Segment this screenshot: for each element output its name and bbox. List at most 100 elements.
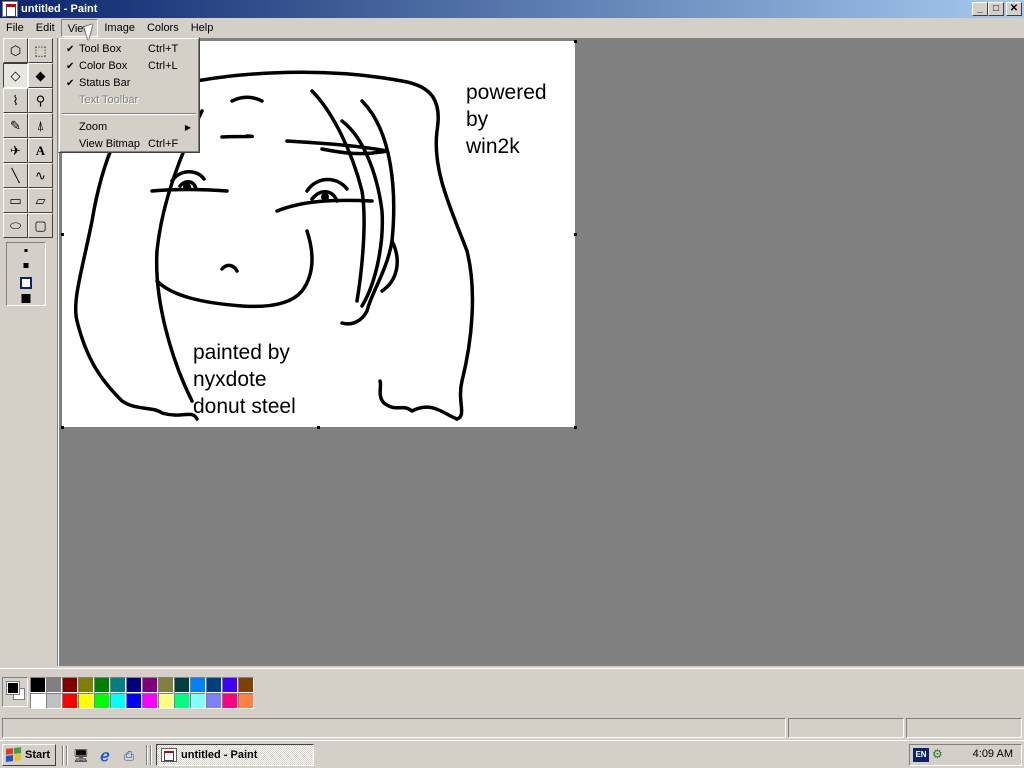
brush-tool-icon[interactable]: ⍋ [28, 113, 53, 138]
left-pupil [183, 183, 191, 191]
paint-app-icon[interactable] [2, 1, 18, 17]
window-title: untitled - Paint [21, 3, 98, 15]
color-swatch[interactable] [158, 677, 174, 693]
rect-select-tool-icon[interactable]: ⬚ [28, 38, 53, 63]
resize-handle-bottom[interactable] [317, 426, 320, 429]
menu-item-text-toolbar: Text Toolbar [61, 92, 197, 109]
resize-handle-left[interactable] [61, 233, 64, 236]
menu-file[interactable]: File [0, 19, 30, 37]
color-swatch[interactable] [46, 677, 62, 693]
color-swatch[interactable] [126, 693, 142, 709]
eraser-size-1[interactable] [24, 249, 28, 252]
free-select-tool-icon[interactable]: ⬡ [3, 38, 28, 63]
menu-colors[interactable]: Colors [141, 19, 185, 37]
powered-line-3: win2k [466, 135, 520, 158]
airbrush-tool-icon[interactable]: ✈ [3, 138, 28, 163]
color-swatch[interactable] [190, 693, 206, 709]
color-swatch[interactable] [206, 677, 222, 693]
minimize-button[interactable]: _ [972, 2, 988, 16]
show-desktop-icon[interactable]: 🖥 [72, 747, 90, 764]
menu-item-shortcut: Ctrl+L [148, 60, 178, 72]
polygon-tool-icon[interactable]: ▱ [28, 188, 53, 213]
language-indicator[interactable]: EN [913, 748, 929, 762]
taskbar-button-paint[interactable]: untitled - Paint [156, 744, 314, 766]
color-swatch[interactable] [222, 677, 238, 693]
color-swatch[interactable] [126, 677, 142, 693]
eraser-size-4[interactable] [21, 294, 31, 303]
color-swatch[interactable] [30, 693, 46, 709]
color-swatch[interactable] [30, 677, 46, 693]
color-swatch[interactable] [62, 677, 78, 693]
text-tool-icon[interactable]: A [28, 138, 53, 163]
outlook-express-icon[interactable]: ⎙ [120, 747, 138, 764]
status-message [2, 718, 786, 738]
color-swatch[interactable] [78, 677, 94, 693]
eraser-tool-icon[interactable]: ◇ [3, 63, 28, 88]
ellipse-tool-icon[interactable]: ⬭ [3, 213, 28, 238]
color-swatch[interactable] [158, 693, 174, 709]
menu-image[interactable]: Image [98, 19, 141, 37]
color-swatch[interactable] [46, 693, 62, 709]
color-swatch[interactable] [174, 693, 190, 709]
menu-item-label: Status Bar [79, 77, 131, 89]
menu-item-view-bitmap[interactable]: View Bitmap Ctrl+F [61, 136, 197, 153]
resize-handle-right[interactable] [574, 233, 577, 236]
color-swatch[interactable] [62, 693, 78, 709]
painted-line-1: painted by [193, 341, 290, 364]
menu-item-color-box[interactable]: ✔ Color Box Ctrl+L [61, 58, 197, 75]
color-swatch[interactable] [222, 693, 238, 709]
current-colors[interactable] [2, 677, 28, 707]
resize-handle-bottom-left[interactable] [61, 426, 64, 429]
menu-item-zoom[interactable]: Zoom ▶ [61, 119, 197, 136]
tool-box: ⬡ ⬚ ◇ ◆ ⌇ ⚲ ✎ ⍋ ✈ A ╲ ∿ ▭ ▱ ⬭ ▢ [2, 38, 56, 310]
pencil-tool-icon[interactable]: ✎ [3, 113, 28, 138]
color-picker-tool-icon[interactable]: ⌇ [3, 88, 28, 113]
clock[interactable]: 4:09 AM [973, 748, 1013, 760]
view-menu-dropdown: ✔ Tool Box Ctrl+T ✔ Color Box Ctrl+L ✔ S… [58, 37, 200, 153]
check-icon: ✔ [66, 61, 75, 72]
color-swatch[interactable] [238, 677, 254, 693]
color-swatch[interactable] [174, 677, 190, 693]
color-swatch[interactable] [142, 677, 158, 693]
color-swatch[interactable] [142, 693, 158, 709]
curve-tool-icon[interactable]: ∿ [28, 163, 53, 188]
rounded-rect-tool-icon[interactable]: ▢ [28, 213, 53, 238]
color-swatch[interactable] [78, 693, 94, 709]
color-swatch[interactable] [190, 677, 206, 693]
menu-item-label: Tool Box [79, 43, 122, 55]
internet-explorer-icon[interactable]: ℯ [96, 747, 114, 765]
color-swatch[interactable] [238, 693, 254, 709]
resize-handle-bottom-right[interactable] [574, 426, 577, 429]
line-tool-icon[interactable]: ╲ [3, 163, 28, 188]
canvas-workspace[interactable]: powered by win2k painted by nyxdote donu… [59, 38, 1024, 666]
painted-line-3: donut steel [193, 395, 296, 418]
eraser-size-3[interactable] [20, 277, 32, 289]
color-swatch[interactable] [94, 693, 110, 709]
network-tray-icon[interactable]: ⚙ [932, 747, 950, 763]
menu-item-tool-box[interactable]: ✔ Tool Box Ctrl+T [61, 41, 197, 58]
title-bar: untitled - Paint _ □ ✕ [0, 0, 1024, 18]
color-swatch[interactable] [206, 693, 222, 709]
powered-line-2: by [466, 108, 489, 131]
color-swatch[interactable] [94, 677, 110, 693]
start-button[interactable]: Start [2, 744, 56, 766]
menu-help[interactable]: Help [185, 19, 220, 37]
menu-edit[interactable]: Edit [30, 19, 61, 37]
color-swatch[interactable] [110, 693, 126, 709]
check-icon: ✔ [66, 78, 75, 89]
rectangle-tool-icon[interactable]: ▭ [3, 188, 28, 213]
menu-item-shortcut: Ctrl+F [148, 138, 179, 150]
restore-button[interactable]: □ [988, 2, 1004, 16]
menu-item-status-bar[interactable]: ✔ Status Bar [61, 75, 197, 92]
taskbar-button-label: untitled - Paint [181, 749, 258, 761]
fill-tool-icon[interactable]: ◆ [28, 63, 53, 88]
close-button[interactable]: ✕ [1006, 2, 1022, 16]
resize-handle-top-right[interactable] [574, 40, 577, 43]
eraser-size-2[interactable] [23, 263, 29, 268]
color-swatch[interactable] [110, 677, 126, 693]
menu-item-label: Zoom [79, 121, 108, 133]
paint-app-icon [161, 748, 177, 762]
magnifier-tool-icon[interactable]: ⚲ [28, 88, 53, 113]
foreground-color [6, 681, 20, 695]
status-size [906, 718, 1022, 738]
